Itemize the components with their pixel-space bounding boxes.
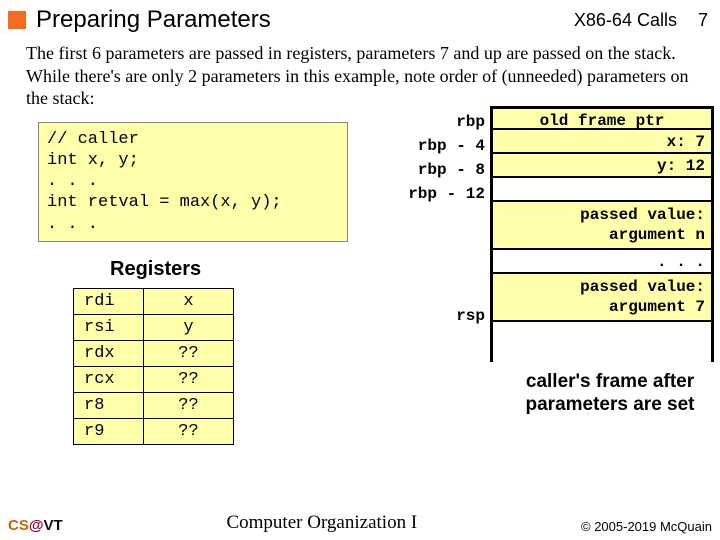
section-label: X86-64 Calls	[574, 10, 677, 30]
code-line: int x, y;	[47, 151, 139, 170]
reg-val: ??	[144, 366, 234, 392]
reg-name: r9	[74, 418, 144, 444]
stack-cell: passed value: argument 7	[493, 274, 711, 322]
reg-name: rdx	[74, 340, 144, 366]
reg-val: ??	[144, 418, 234, 444]
footer-at: @	[29, 517, 44, 534]
stack-text: passed value:	[580, 278, 705, 296]
table-row: r9??	[74, 418, 234, 444]
table-row: r8??	[74, 392, 234, 418]
stack-cell: . . .	[493, 250, 711, 274]
footer-left: CS@VT	[8, 517, 63, 534]
reg-val: y	[144, 314, 234, 340]
reg-name: rdi	[74, 288, 144, 314]
stack-offset-labels: rbp rbp - 4 rbp - 8 rbp - 12 rsp	[380, 110, 485, 328]
reg-val: ??	[144, 392, 234, 418]
stack-label: rbp - 8	[380, 158, 485, 182]
code-line: // caller	[47, 130, 139, 149]
stack-text: argument n	[609, 226, 705, 244]
stack-label: rbp - 4	[380, 134, 485, 158]
stack-cell: old frame ptr	[493, 106, 711, 130]
registers-table: rdix rsiy rdx?? rcx?? r8?? r9??	[73, 288, 234, 445]
stack-cell-empty	[493, 322, 711, 362]
code-line: . . .	[47, 215, 98, 234]
code-block: // caller int x, y; . . . int retval = m…	[38, 122, 348, 242]
reg-name: rsi	[74, 314, 144, 340]
stack-cell: y: 12	[493, 154, 711, 178]
footer-copyright: © 2005-2019 McQuain	[581, 519, 712, 534]
stack-label-rsp: rsp	[380, 304, 485, 328]
slide-footer: CS@VT Computer Organization I © 2005-201…	[0, 512, 720, 534]
reg-val: x	[144, 288, 234, 314]
stack-cell: passed value: argument n	[493, 202, 711, 250]
slide-title: Preparing Parameters	[36, 6, 574, 34]
code-line: int retval = max(x, y);	[47, 193, 282, 212]
reg-val: ??	[144, 340, 234, 366]
frame-caption: caller's frame after parameters are set	[520, 370, 700, 418]
page-number: 7	[698, 10, 708, 30]
footer-course: Computer Organization I	[63, 512, 581, 534]
footer-vt: VT	[43, 517, 62, 534]
footer-cs: CS	[8, 517, 29, 534]
stack-label: rbp	[380, 110, 485, 134]
stack-text: argument 7	[609, 298, 705, 316]
table-row: rdx??	[74, 340, 234, 366]
reg-name: rcx	[74, 366, 144, 392]
code-line: . . .	[47, 172, 98, 191]
stack-cell: x: 7	[493, 130, 711, 154]
header-section: X86-64 Calls 7	[574, 10, 708, 31]
table-row: rcx??	[74, 366, 234, 392]
intro-paragraph: The first 6 parameters are passed in reg…	[0, 38, 720, 110]
stack-cell	[493, 178, 711, 202]
reg-name: r8	[74, 392, 144, 418]
stack-frame-diagram: old frame ptr x: 7 y: 12 passed value: a…	[490, 106, 714, 362]
stack-label: rbp - 12	[380, 182, 485, 206]
registers-heading: Registers	[110, 258, 201, 281]
bullet-square	[8, 11, 26, 29]
table-row: rdix	[74, 288, 234, 314]
table-row: rsiy	[74, 314, 234, 340]
stack-text: passed value:	[580, 206, 705, 224]
